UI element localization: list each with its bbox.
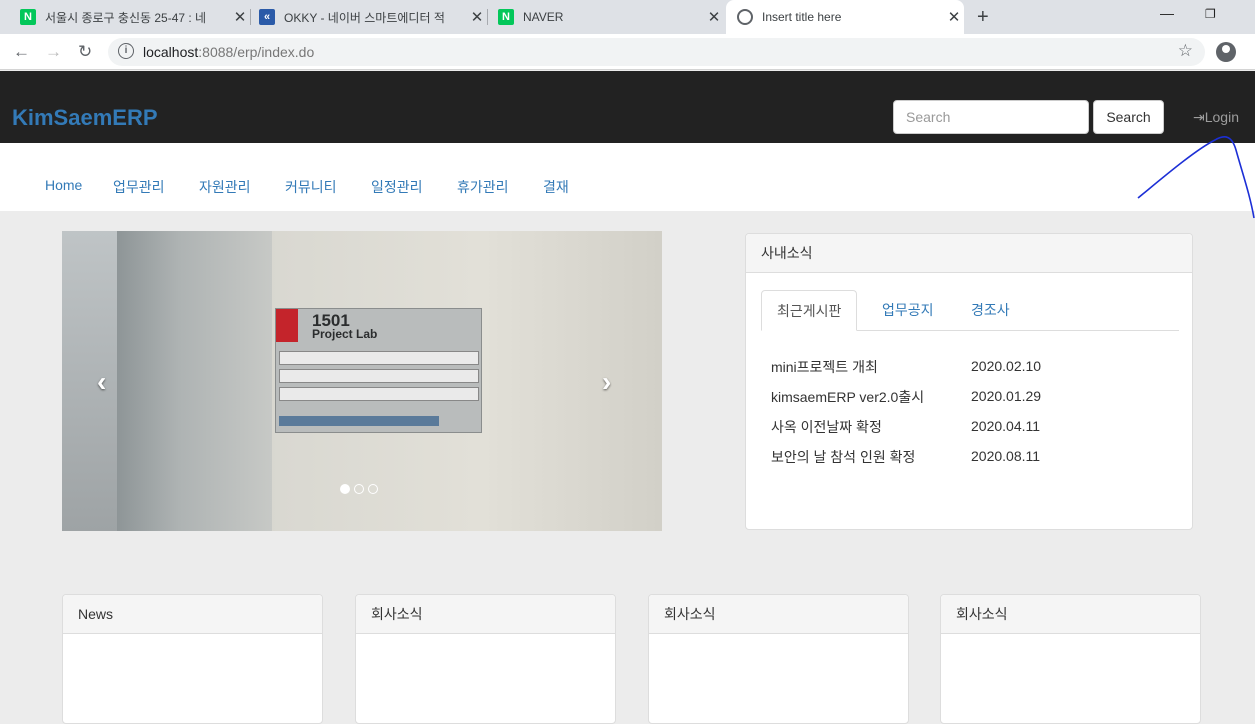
- tab-notice[interactable]: 업무공지: [867, 290, 949, 331]
- list-item[interactable]: mini프로젝트 개최: [771, 357, 878, 377]
- list-item-date: 2020.01.29: [971, 388, 1042, 404]
- menu-schedule[interactable]: 일정관리: [371, 177, 423, 197]
- list-item-date: 2020.02.10: [971, 358, 1042, 374]
- door-sign-image: 1501 Project Lab: [275, 308, 482, 433]
- browser-tab-3[interactable]: N NAVER ✕: [488, 0, 724, 34]
- menu-vacation[interactable]: 휴가관리: [457, 177, 509, 197]
- address-bar: ← → ↻ i localhost:8088/erp/index.do ☆: [0, 34, 1255, 70]
- panel-title: 회사소식: [649, 595, 908, 634]
- indicator-dot[interactable]: [368, 484, 378, 494]
- list-item[interactable]: 보안의 날 참석 인원 확정: [771, 447, 915, 467]
- back-icon[interactable]: ←: [13, 42, 30, 62]
- restore-icon[interactable]: ❐: [1205, 7, 1216, 21]
- company-news-panel-2: 회사소식: [355, 594, 616, 724]
- tab-title: OKKY - 네이버 스마트에디터 적: [284, 10, 445, 25]
- indicator-dot[interactable]: [354, 484, 364, 494]
- carousel-prev-icon[interactable]: ‹: [97, 366, 106, 398]
- tab-events[interactable]: 경조사: [956, 290, 1025, 331]
- image-carousel: 1501 Project Lab ‹ ›: [62, 231, 662, 531]
- reload-icon[interactable]: ↻: [78, 42, 92, 62]
- login-label: Login: [1204, 109, 1239, 125]
- globe-icon: [737, 9, 753, 25]
- close-icon[interactable]: ✕: [704, 8, 724, 26]
- news-panel: News: [62, 594, 323, 724]
- menu-home[interactable]: Home: [45, 177, 82, 193]
- menu-work[interactable]: 업무관리: [113, 177, 165, 197]
- list-item[interactable]: kimsaemERP ver2.0출시: [771, 387, 924, 407]
- list-item[interactable]: 사옥 이전날짜 확정: [771, 417, 882, 437]
- panel-title: 사내소식: [746, 234, 1192, 273]
- close-icon[interactable]: ✕: [230, 8, 250, 26]
- browser-tab-2[interactable]: « OKKY - 네이버 스마트에디터 적 ✕: [251, 0, 487, 34]
- close-icon[interactable]: ✕: [944, 8, 964, 26]
- carousel-indicators: [340, 484, 378, 494]
- browser-tab-active[interactable]: Insert title here ✕: [726, 0, 964, 34]
- login-link[interactable]: ⇥Login: [1193, 109, 1239, 126]
- menu-community[interactable]: 커뮤니티: [285, 177, 337, 197]
- panel-title: 회사소식: [356, 595, 615, 634]
- new-tab-icon[interactable]: +: [977, 6, 989, 29]
- okky-favicon-icon: «: [259, 9, 275, 25]
- panel-title: News: [63, 595, 322, 634]
- naver-favicon-icon: N: [498, 9, 514, 25]
- search-button[interactable]: Search: [1093, 100, 1164, 134]
- list-item-date: 2020.08.11: [971, 448, 1041, 464]
- carousel-next-icon[interactable]: ›: [602, 366, 611, 398]
- menu-resources[interactable]: 자원관리: [199, 177, 251, 197]
- news-tabs: 최근게시판 업무공지 경조사: [761, 290, 1179, 331]
- naver-favicon-icon: N: [20, 9, 36, 25]
- company-news-panel-3: 회사소식: [648, 594, 909, 724]
- tab-recent[interactable]: 최근게시판: [761, 290, 858, 331]
- minimize-icon[interactable]: —: [1160, 5, 1174, 21]
- menu-approval[interactable]: 결재: [543, 177, 569, 197]
- company-news-panel-4: 회사소식: [940, 594, 1201, 724]
- browser-tab-1[interactable]: N 서울시 종로구 충신동 25-47 : 네 ✕: [8, 0, 250, 34]
- tab-title: Insert title here: [762, 10, 842, 24]
- panel-title: 회사소식: [941, 595, 1200, 634]
- forward-icon[interactable]: →: [45, 42, 62, 62]
- info-icon[interactable]: i: [118, 43, 134, 59]
- tab-title: NAVER: [523, 10, 564, 24]
- url-field[interactable]: i localhost:8088/erp/index.do ☆: [108, 38, 1205, 66]
- main-menu: Home 업무관리 자원관리 커뮤니티 일정관리 휴가관리 결재: [0, 143, 1255, 211]
- company-news-panel: 사내소식 최근게시판 업무공지 경조사 mini프로젝트 개최 2020.02.…: [745, 233, 1193, 530]
- close-icon[interactable]: ✕: [467, 8, 487, 26]
- indicator-dot[interactable]: [340, 484, 350, 494]
- browser-tab-bar: N 서울시 종로구 충신동 25-47 : 네 ✕ « OKKY - 네이버 스…: [0, 0, 1255, 34]
- list-item-date: 2020.04.11: [971, 418, 1041, 434]
- search-input[interactable]: Search: [893, 100, 1089, 134]
- account-icon[interactable]: [1216, 42, 1236, 62]
- brand-logo[interactable]: KimSaemERP: [12, 105, 158, 131]
- bookmark-star-icon[interactable]: ☆: [1178, 41, 1193, 61]
- tab-title: 서울시 종로구 충신동 25-47 : 네: [45, 10, 207, 25]
- app-navbar: KimSaemERP Search Search ⇥Login: [0, 71, 1255, 143]
- login-icon: ⇥: [1193, 109, 1205, 125]
- url-text: localhost:8088/erp/index.do: [143, 44, 315, 60]
